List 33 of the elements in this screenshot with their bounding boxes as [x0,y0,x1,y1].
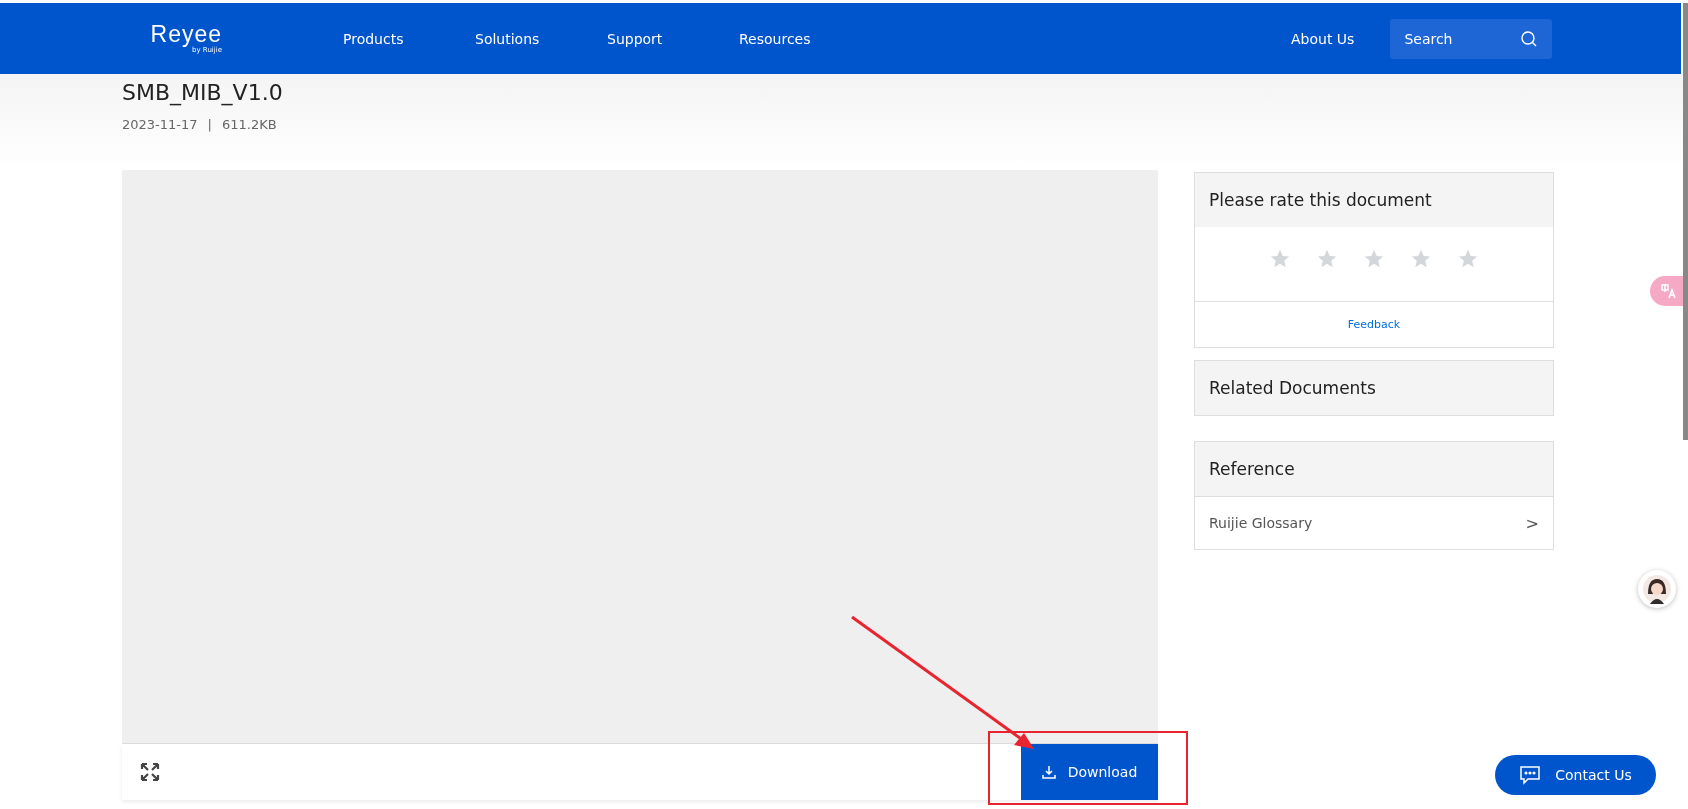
search-field[interactable]: Search [1390,18,1553,59]
chevron: > [1525,513,1539,533]
reference-label: Ruijie Glossary [1209,515,1313,531]
nav-link[interactable]: About Us [1291,30,1355,47]
separator: | [207,117,212,132]
assistant-avatar[interactable] [1638,570,1676,608]
file-size: 611.2KB [221,117,277,132]
feedback-link[interactable]: Feedback [1347,318,1401,331]
nav-link[interactable]: Support [607,30,739,47]
reference-link[interactable]: Ruijie Glossary > [1195,496,1553,549]
star-icon[interactable] [1316,248,1338,270]
translate-icon [1660,283,1676,299]
download-icon [1041,765,1056,779]
nav-link[interactable]: Solutions [475,30,607,47]
card-title: Reference [1209,459,1295,479]
star-icon[interactable] [1457,248,1479,270]
document-date: 2023-11-17 [122,117,198,132]
contact-us-button[interactable]: Contact Us [1495,755,1656,795]
fullscreen-icon[interactable] [139,761,161,783]
translate-tab[interactable] [1650,276,1683,306]
download-button[interactable]: Download [1021,744,1158,800]
nav-link[interactable]: Products [343,30,475,47]
avatar-icon [1642,574,1672,604]
star-icon[interactable] [1363,248,1385,270]
card-title: Related Documents [1209,378,1376,398]
star-icon[interactable] [1410,248,1432,270]
document-title: SMB_MIB_V1.0 [122,80,284,105]
nav-link[interactable]: Resources [739,30,871,47]
scrollbar[interactable] [1683,3,1688,440]
chat-icon [1519,765,1542,785]
card-title: Please rate this document [1209,190,1432,210]
search-icon[interactable] [1520,29,1539,48]
star-icon[interactable] [1269,248,1291,270]
